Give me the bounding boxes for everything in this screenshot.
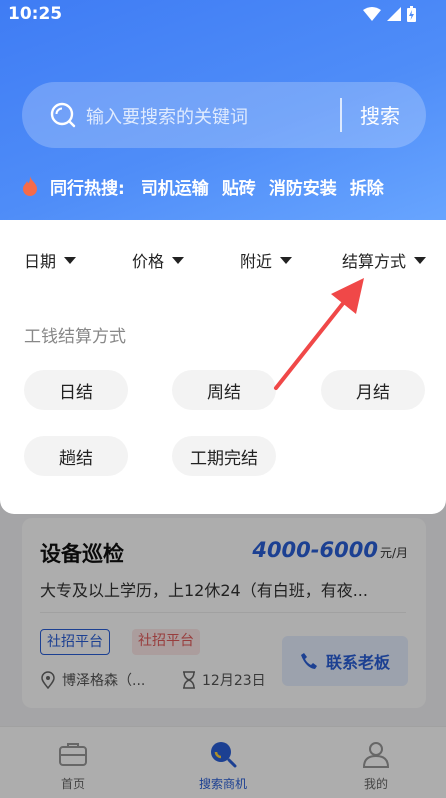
annotation-arrow-icon <box>274 278 364 390</box>
hot-search-item[interactable]: 贴砖 <box>222 174 256 199</box>
filter-tab-label: 日期 <box>24 252 57 271</box>
option-chip[interactable]: 日结 <box>24 370 128 410</box>
hot-search-item[interactable]: 司机运输 <box>141 174 209 199</box>
fire-icon <box>23 176 37 196</box>
filter-tab-settlement[interactable]: 结算方式 <box>342 248 427 272</box>
search-icon <box>50 102 76 128</box>
header: 10:25 输入要搜索的关键词 搜索 同行热搜: 司机运输 贴砖 消防安装 拆除 <box>0 0 446 236</box>
filter-tab-label: 价格 <box>132 252 165 271</box>
search-bar[interactable]: 输入要搜索的关键词 搜索 <box>22 82 426 148</box>
search-input[interactable]: 输入要搜索的关键词 <box>86 103 248 129</box>
search-divider <box>340 98 342 132</box>
settlement-section-title: 工钱结算方式 <box>24 327 126 347</box>
filter-tab-price[interactable]: 价格 <box>132 248 185 272</box>
wifi-icon <box>363 7 381 21</box>
status-bar: 10:25 <box>0 0 446 30</box>
option-label: 趟结 <box>59 448 93 469</box>
signal-icon <box>387 7 401 21</box>
filter-tab-nearby[interactable]: 附近 <box>240 248 293 272</box>
hot-search-item[interactable]: 消防安装 <box>269 174 337 199</box>
caret-down-icon <box>64 256 77 264</box>
filter-tab-label: 附近 <box>240 252 273 271</box>
search-button[interactable]: 搜索 <box>360 100 400 129</box>
status-icons <box>363 6 416 22</box>
option-label: 工期完结 <box>190 448 258 469</box>
hot-search-label: 同行热搜: <box>50 178 125 199</box>
caret-down-icon <box>280 256 293 264</box>
option-label: 周结 <box>207 382 241 403</box>
option-chip[interactable]: 工期完结 <box>172 436 276 476</box>
status-time: 10:25 <box>8 4 63 24</box>
caret-down-icon <box>414 256 427 264</box>
hot-search-row: 同行热搜: 司机运输 贴砖 消防安装 拆除 <box>22 174 397 199</box>
option-chip[interactable]: 趟结 <box>24 436 128 476</box>
filter-tab-label: 结算方式 <box>342 252 407 271</box>
battery-icon <box>407 6 416 22</box>
hot-search-item[interactable]: 拆除 <box>350 174 384 199</box>
option-label: 日结 <box>59 382 93 403</box>
caret-down-icon <box>172 256 185 264</box>
filter-tab-date[interactable]: 日期 <box>24 248 77 272</box>
